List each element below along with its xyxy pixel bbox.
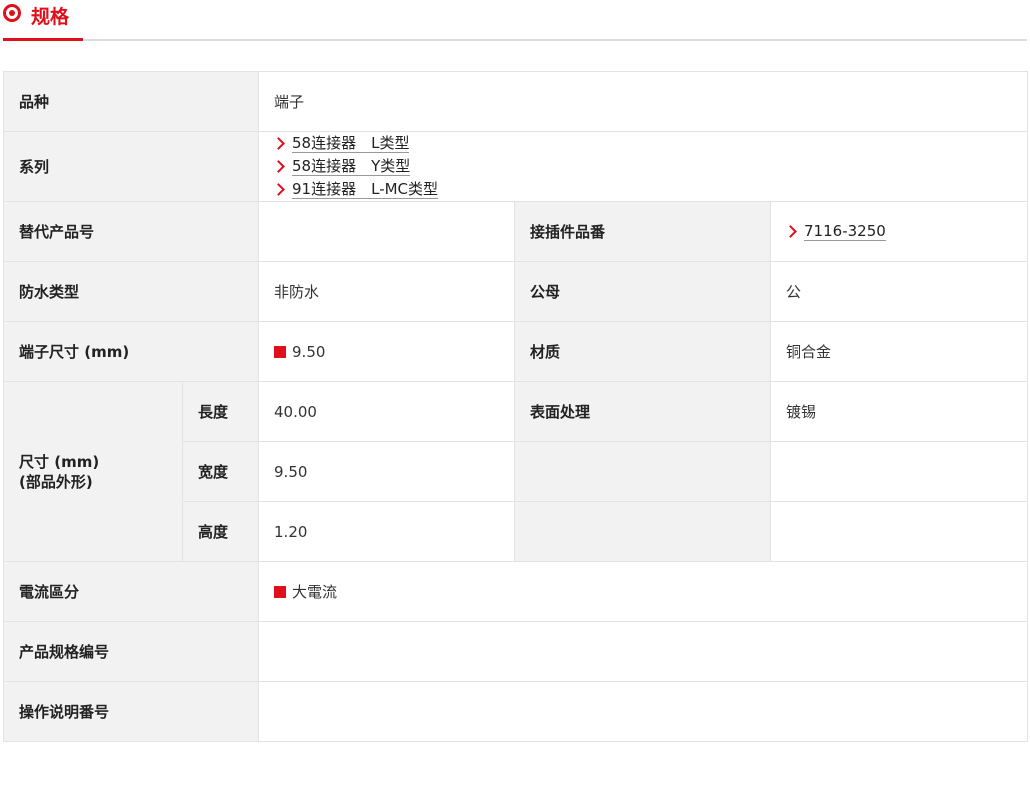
series-link[interactable]: 58连接器 Y类型: [272, 155, 411, 178]
length-value: 40.00: [258, 381, 516, 442]
header-accent-bar: [3, 38, 83, 41]
table-row: 系列 58连接器 L类型 58连接器 Y类型 91连接器 L-MC类型: [2, 131, 1029, 202]
width-label: 宽度: [181, 441, 260, 502]
variety-value: 端子: [258, 71, 1029, 132]
table-row: 尺寸 (mm) (部品外形) 長度 40.00 表面处理 镀锡: [3, 381, 1029, 562]
series-links: 58连接器 L类型 58连接器 Y类型 91连接器 L-MC类型: [258, 131, 1029, 202]
table-row: 操作说明番号: [2, 681, 1029, 742]
series-link[interactable]: 58连接器 L类型: [272, 132, 410, 155]
current-label: 電流區分: [2, 561, 260, 622]
series-label: 系列: [2, 131, 260, 202]
surface-label: 表面处理: [514, 381, 772, 442]
gender-label: 公母: [514, 261, 772, 322]
empty-label-cell: [514, 501, 772, 562]
empty-value-cell: [770, 501, 1029, 562]
table-row: 電流區分 大電流: [2, 561, 1029, 622]
height-value: 1.20: [258, 501, 516, 562]
table-row: 产品规格编号: [2, 621, 1029, 682]
height-label: 高度: [181, 501, 260, 562]
current-value: 大電流: [292, 582, 338, 601]
dimensions-label-line2: (部品外形): [19, 472, 93, 491]
waterproof-label: 防水类型: [2, 261, 260, 322]
mating-part-cell: 7116-3250: [770, 201, 1029, 262]
width-value: 9.50: [258, 441, 516, 502]
manual-no-value: [258, 681, 1029, 742]
section-header: 规格: [0, 0, 1030, 41]
mating-part-link[interactable]: 7116-3250: [784, 220, 886, 243]
terminal-size-label: 端子尺寸 (mm): [2, 321, 260, 382]
dimensions-label: 尺寸 (mm) (部品外形): [3, 381, 183, 562]
chevron-right-icon: [784, 225, 797, 238]
header-divider: [3, 39, 1027, 41]
red-square-icon: [274, 345, 287, 358]
current-cell: 大電流: [258, 561, 1029, 622]
spec-no-label: 产品规格编号: [2, 621, 260, 682]
series-link[interactable]: 91连接器 L-MC类型: [272, 178, 439, 201]
empty-label-cell: [514, 441, 772, 502]
material-label: 材质: [514, 321, 772, 382]
chevron-right-icon: [272, 160, 285, 173]
terminal-size-cell: 9.50: [258, 321, 516, 382]
surface-value: 镀锡: [770, 381, 1029, 442]
dimensions-label-line1: 尺寸 (mm): [19, 452, 100, 471]
table-row: 替代产品号 接插件品番 7116-3250: [2, 201, 1029, 262]
variety-label: 品种: [2, 71, 260, 132]
record-circle-icon: [3, 4, 21, 22]
empty-value-cell: [770, 441, 1029, 502]
alt-part-label: 替代产品号: [2, 201, 260, 262]
chevron-right-icon: [272, 137, 285, 150]
red-square-icon: [274, 585, 287, 598]
mating-part-label: 接插件品番: [514, 201, 772, 262]
alt-part-value: [258, 201, 516, 262]
spec-no-value: [258, 621, 1029, 682]
section-title: 规格: [31, 6, 70, 28]
table-row: 防水类型 非防水 公母 公: [2, 261, 1029, 322]
manual-no-label: 操作说明番号: [2, 681, 260, 742]
table-row: 品种 端子: [2, 71, 1029, 132]
terminal-size-value: 9.50: [292, 342, 326, 361]
chevron-right-icon: [272, 183, 285, 196]
waterproof-value: 非防水: [258, 261, 516, 322]
gender-value: 公: [770, 261, 1029, 322]
length-label: 長度: [181, 381, 260, 442]
material-value: 铜合金: [770, 321, 1029, 382]
spec-table: 品种 端子 系列 58连接器 L类型 58连接器 Y类型 91连接器 L-MC类…: [2, 71, 1029, 742]
table-row: 端子尺寸 (mm) 9.50 材质 铜合金: [2, 321, 1029, 382]
